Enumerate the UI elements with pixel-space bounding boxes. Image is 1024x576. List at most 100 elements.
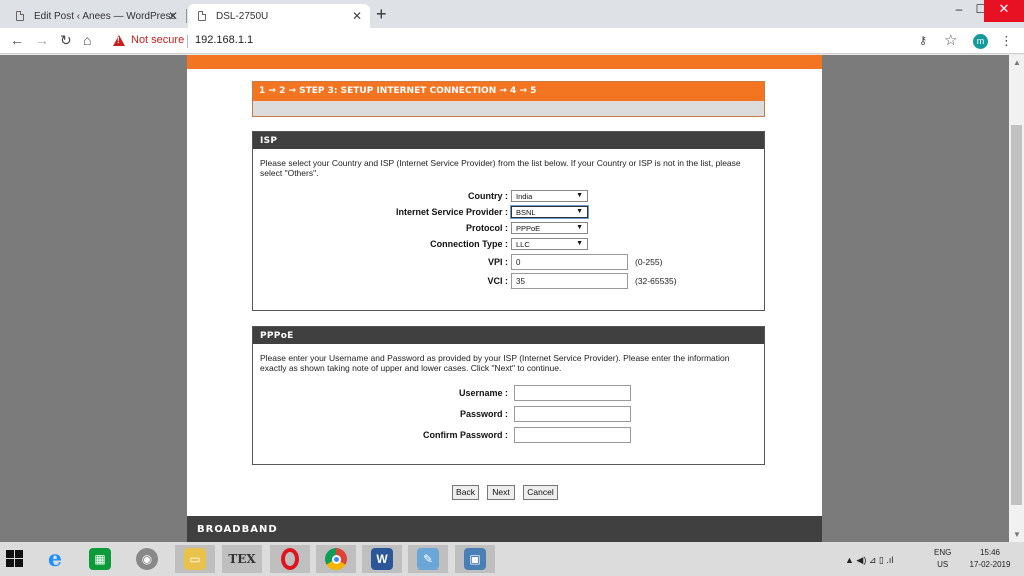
back-arrow-icon[interactable]: ← [10, 32, 24, 48]
vci-input[interactable]: 35 [511, 273, 628, 289]
internet-explorer-icon[interactable]: e [35, 545, 75, 573]
connection-type-label: Connection Type : [430, 239, 508, 249]
confirm-password-input[interactable] [514, 427, 631, 443]
window-close-icon[interactable]: ✕ [984, 0, 1024, 22]
windows-start-icon[interactable] [6, 550, 23, 567]
pppoe-description: Please enter your Username and Password … [260, 353, 730, 373]
opera-icon[interactable] [270, 545, 310, 573]
tab-title: Edit Post ‹ Anees — WordPress [34, 10, 176, 22]
tex-editor-icon[interactable]: TEX [222, 545, 262, 573]
pppoe-panel: PPPoE Please enter your Username and Pas… [252, 326, 765, 465]
vci-row: VCI : 35 (32-65535) [253, 273, 764, 289]
key-icon[interactable]: ⚷ [919, 34, 927, 47]
footer-brand: BROADBAND [187, 516, 822, 542]
country-row: Country : India ▼ [253, 189, 764, 205]
vpi-row: VPI : 0 (0-255) [253, 254, 764, 270]
taskbar: e ▦ ◉ ▭ TEX W ✎ ▣ ▲ ◀) ⊿ ▯ .ıl ENG US 15… [0, 542, 1024, 576]
wizard-step-body [253, 101, 764, 116]
tab-title: DSL-2750U [216, 10, 269, 22]
username-input[interactable] [514, 385, 631, 401]
protocol-label: Protocol : [466, 223, 508, 233]
file-explorer-icon[interactable]: ▭ [175, 545, 215, 573]
pppoe-panel-title: PPPoE [253, 327, 764, 344]
isp-select[interactable]: BSNL ▼ [511, 206, 588, 218]
language-indicator[interactable]: ENG US [934, 547, 951, 571]
clock-time: 15:46 [979, 548, 1001, 557]
isp-row: Internet Service Provider : BSNL ▼ [253, 205, 764, 221]
protocol-value: PPPoE [516, 224, 541, 233]
next-button[interactable]: Next [487, 485, 515, 500]
home-icon[interactable]: ⌂ [83, 32, 91, 48]
confirm-password-row: Confirm Password : [253, 427, 764, 443]
country-label: Country : [468, 191, 508, 201]
country-select[interactable]: India ▼ [511, 190, 588, 202]
tab-dsl-2750u[interactable]: DSL-2750U ✕ [188, 4, 370, 28]
username-label: Username : [458, 388, 508, 398]
close-icon[interactable]: ✕ [352, 9, 362, 23]
router-setup-page: 1 → 2 → STEP 3: SETUP INTERNET CONNECTIO… [187, 55, 822, 542]
region-code: US [937, 560, 949, 569]
cancel-button[interactable]: Cancel [523, 485, 558, 500]
confirm-password-label: Confirm Password : [422, 430, 508, 440]
vpi-input[interactable]: 0 [511, 254, 628, 270]
scroll-down-icon[interactable]: ▼ [1013, 530, 1021, 539]
vertical-scrollbar[interactable]: ▲ ▼ [1009, 55, 1024, 542]
dropdown-arrow-icon: ▼ [576, 192, 583, 199]
connection-type-value: LLC [516, 240, 530, 249]
protocol-row: Protocol : PPPoE ▼ [253, 221, 764, 237]
screenshot-app-icon[interactable]: ▣ [455, 545, 495, 573]
kebab-menu-icon[interactable]: ⋮ [1000, 33, 1013, 49]
isp-panel-title: ISP [253, 132, 764, 149]
country-value: India [516, 192, 533, 201]
browser-toolbar: ← → ↻ ⌂ Not secure 192.168.1.1 ⚷ ☆ m ⋮ [0, 28, 1024, 54]
forward-arrow-icon[interactable]: → [35, 32, 49, 48]
security-indicator[interactable]: Not secure [113, 34, 184, 46]
scrollbar-thumb[interactable] [1011, 125, 1022, 505]
system-tray-icons[interactable]: ▲ ◀) ⊿ ▯ .ıl [845, 555, 893, 566]
star-icon[interactable]: ☆ [944, 31, 957, 49]
new-tab-button[interactable]: + [376, 4, 387, 25]
document-icon [198, 11, 206, 21]
tab-wordpress[interactable]: Edit Post ‹ Anees — WordPress ✕ [6, 4, 187, 28]
password-row: Password : [253, 406, 764, 422]
connection-type-select[interactable]: LLC ▼ [511, 238, 588, 250]
profile-avatar[interactable]: m [973, 34, 988, 49]
security-label: Not secure [131, 34, 185, 46]
isp-description: Please select your Country and ISP (Inte… [260, 158, 741, 178]
language-code: ENG [934, 548, 952, 557]
media-player-icon[interactable]: ◉ [127, 545, 167, 573]
password-label: Password : [459, 409, 508, 419]
reload-icon[interactable]: ↻ [60, 32, 72, 49]
wizard-step-box: 1 → 2 → STEP 3: SETUP INTERNET CONNECTIO… [252, 81, 765, 117]
chrome-icon[interactable] [316, 545, 356, 573]
isp-label: Internet Service Provider : [395, 207, 508, 217]
word-icon[interactable]: W [362, 545, 402, 573]
dropdown-arrow-icon: ▼ [576, 224, 583, 231]
minimize-icon[interactable]: ‒ [948, 0, 970, 22]
paint-icon[interactable]: ✎ [408, 545, 448, 573]
wizard-step-header: 1 → 2 → STEP 3: SETUP INTERNET CONNECTIO… [253, 82, 764, 101]
dropdown-arrow-icon: ▼ [576, 208, 583, 215]
username-row: Username : [253, 385, 764, 401]
close-icon[interactable]: ✕ [168, 9, 178, 23]
warning-icon [113, 34, 125, 46]
back-button[interactable]: Back [452, 485, 479, 500]
document-icon [16, 11, 24, 21]
url-divider [187, 35, 188, 48]
vci-label: VCI : [487, 276, 508, 286]
isp-panel: ISP Please select your Country and ISP (… [252, 131, 765, 311]
vpi-label: VPI : [487, 257, 508, 267]
page-viewport: 1 → 2 → STEP 3: SETUP INTERNET CONNECTIO… [0, 55, 1009, 542]
scroll-up-icon[interactable]: ▲ [1013, 58, 1021, 67]
orange-top-bar [187, 55, 822, 69]
isp-value: BSNL [516, 208, 536, 217]
dropdown-arrow-icon: ▼ [576, 240, 583, 247]
address-bar[interactable]: 192.168.1.1 [195, 34, 253, 46]
vci-range: (32-65535) [635, 276, 677, 286]
password-input[interactable] [514, 406, 631, 422]
vpi-range: (0-255) [635, 257, 663, 267]
clock-date: 17-02-2019 [969, 560, 1011, 569]
clock[interactable]: 15:46 17-02-2019 [964, 547, 1016, 571]
protocol-select[interactable]: PPPoE ▼ [511, 222, 588, 234]
store-icon[interactable]: ▦ [80, 545, 120, 573]
